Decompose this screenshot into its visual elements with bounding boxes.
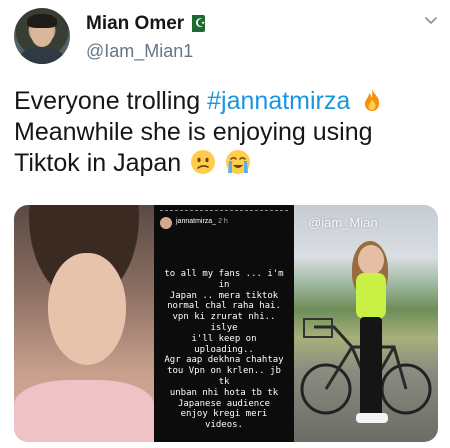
tweet-card: Mian Omer ☪ @Iam_Mian1 Everyone trolling… [0, 0, 450, 448]
author-handle[interactable]: @Iam_Mian1 [86, 41, 193, 62]
photo-girl-top [356, 273, 386, 319]
media-photo-crying-girl[interactable] [14, 205, 154, 442]
story-username: jannatmirza_ [176, 218, 217, 225]
story-header: jannatmirza_ 2 h [176, 218, 228, 225]
story-text: to all my fans ... i'm in Japan .. mera … [164, 269, 284, 431]
tweet-text: Everyone trolling #jannatmirza Meanwhile… [14, 86, 444, 179]
chevron-down-icon[interactable] [424, 14, 438, 28]
story-avatar [160, 217, 172, 229]
photo-watermark: @iam_Mian [308, 215, 378, 230]
avatar-hair [27, 14, 57, 28]
tweet-text-part1: Everyone trolling [14, 87, 208, 115]
avatar-shirt [20, 48, 64, 64]
photo-girl-legs [360, 317, 382, 417]
avatar[interactable] [14, 8, 70, 64]
media-photo-bicycle-girl[interactable]: @iam_Mian [294, 205, 438, 442]
story-time: 2 h [218, 218, 228, 225]
media-instagram-story[interactable]: jannatmirza_ 2 h to all my fans ... i'm i… [154, 205, 294, 442]
confused-face-emoji-icon [191, 150, 216, 174]
media-collage[interactable]: jannatmirza_ 2 h to all my fans ... i'm i… [14, 205, 438, 442]
story-progress-bar [160, 210, 288, 212]
photo-shirt [14, 380, 154, 442]
loudly-crying-face-emoji-icon [226, 150, 251, 174]
hashtag-link[interactable]: #jannatmirza [207, 87, 350, 115]
photo-face [48, 253, 126, 365]
photo-girl-head [358, 245, 384, 275]
pakistan-flag-icon: ☪ [188, 15, 206, 32]
author-display-name[interactable]: Mian Omer [86, 13, 184, 35]
photo-girl-shoes [356, 413, 388, 423]
fire-emoji-icon [365, 89, 380, 111]
